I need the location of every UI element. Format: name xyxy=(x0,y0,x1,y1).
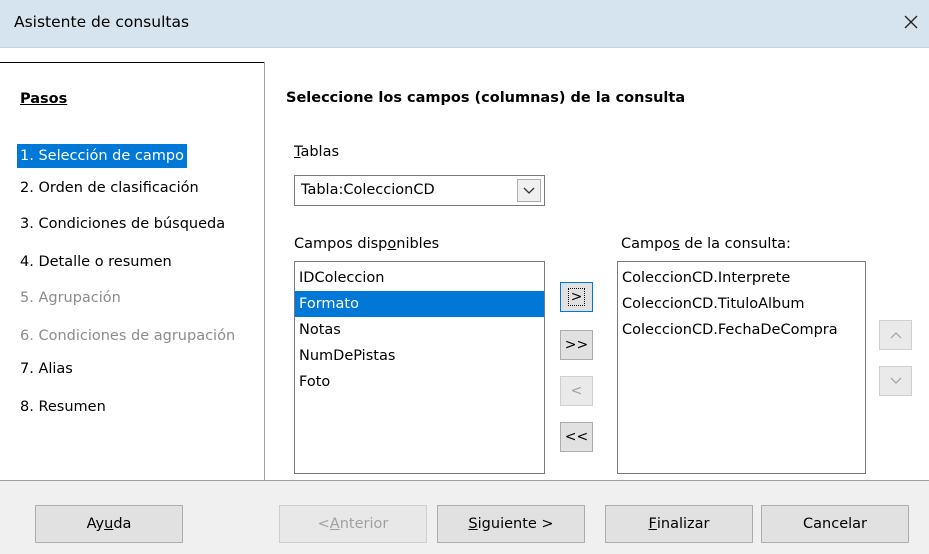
available-fields-label: Campos disponibles xyxy=(294,236,440,252)
title-bar: Asistente de consultas xyxy=(0,0,929,48)
finish-button[interactable]: Finalizar xyxy=(605,505,753,543)
back-button[interactable]: < Anterior xyxy=(279,505,427,543)
steps-divider xyxy=(0,62,264,72)
help-button[interactable]: Ay u da xyxy=(35,505,183,543)
dropdown-button[interactable] xyxy=(517,179,541,202)
list-item[interactable]: Foto xyxy=(295,369,544,395)
step-2-sort-order[interactable]: 2. Orden de clasificación xyxy=(20,176,199,200)
list-item[interactable]: ColeccionCD.TituloAlbum xyxy=(618,291,865,317)
tables-label: Tablas xyxy=(294,144,340,160)
close-button[interactable] xyxy=(897,9,925,37)
remove-field-button[interactable]: < xyxy=(560,376,593,406)
query-fields-label: Campos de la consulta: xyxy=(621,236,791,252)
steps-panel: Pasos 1. Selección de campo 2. Orden de … xyxy=(0,62,264,480)
move-down-button[interactable] xyxy=(879,366,912,396)
step-3-search-conditions[interactable]: 3. Condiciones de búsqueda xyxy=(20,212,225,236)
cancel-button[interactable]: Cancelar xyxy=(761,505,909,543)
list-item[interactable]: IDColeccion xyxy=(295,265,544,291)
list-item[interactable]: NumDePistas xyxy=(295,343,544,369)
footer: Ay u da < Anterior Siguiente > Finalizar C… xyxy=(0,481,929,554)
tables-select-value: Tabla:ColeccionCD xyxy=(301,182,435,198)
available-fields-list[interactable]: IDColeccion Formato Notas NumDePistas Fo… xyxy=(294,261,545,474)
step-5-grouping: 5. Agrupación xyxy=(20,290,121,306)
query-fields-list[interactable]: ColeccionCD.Interprete ColeccionCD.Titul… xyxy=(617,261,866,474)
step-4-detail-summary[interactable]: 4. Detalle o resumen xyxy=(20,250,172,274)
list-item[interactable]: Notas xyxy=(295,317,544,343)
panel-separator xyxy=(264,62,265,480)
move-up-button[interactable] xyxy=(879,320,912,350)
chevron-up-icon xyxy=(890,332,901,339)
close-icon xyxy=(904,15,918,29)
window-title: Asistente de consultas xyxy=(14,13,190,31)
page-heading: Seleccione los campos (columnas) de la c… xyxy=(286,90,686,106)
remove-all-fields-button[interactable]: << xyxy=(560,422,593,452)
step-8-summary[interactable]: 8. Resumen xyxy=(20,395,106,419)
list-item-selected[interactable]: Formato xyxy=(295,291,544,317)
step-6-grouping-conditions: 6. Condiciones de agrupación xyxy=(20,328,236,344)
steps-title: Pasos xyxy=(20,91,68,107)
tables-select[interactable]: Tabla:ColeccionCD xyxy=(294,175,545,206)
step-1-field-selection[interactable]: 1. Selección de campo xyxy=(17,144,187,168)
list-item[interactable]: ColeccionCD.Interprete xyxy=(618,265,865,291)
add-field-button[interactable]: > xyxy=(560,282,593,312)
chevron-down-icon xyxy=(523,187,535,194)
chevron-down-icon xyxy=(890,377,901,384)
list-item[interactable]: ColeccionCD.FechaDeCompra xyxy=(618,317,865,343)
add-all-fields-button[interactable]: >> xyxy=(560,330,593,360)
step-7-alias[interactable]: 7. Alias xyxy=(20,357,73,381)
next-button[interactable]: Siguiente > xyxy=(437,505,585,543)
